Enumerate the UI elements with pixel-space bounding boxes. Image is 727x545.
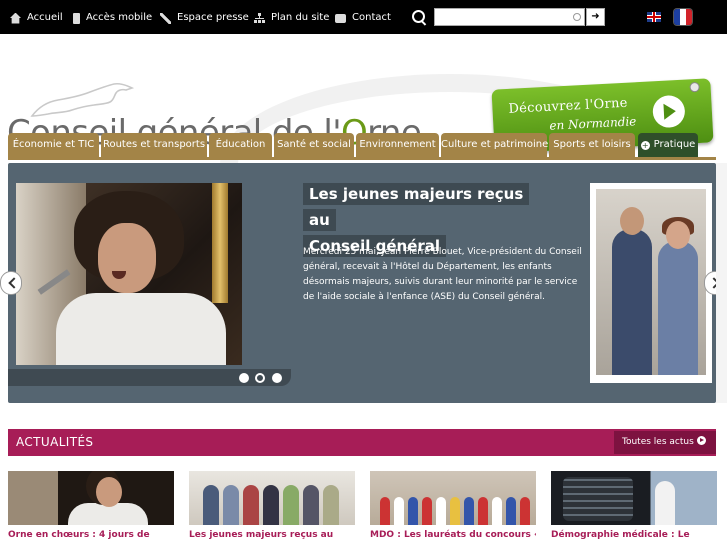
- photo-face: [98, 223, 156, 293]
- home-link-label: Accueil: [27, 12, 63, 23]
- news-caption: MDO : Les lauréats du concours «: [370, 530, 536, 540]
- press-link[interactable]: Espace presse: [160, 11, 249, 25]
- slide-main-photo[interactable]: [16, 183, 242, 365]
- slider-dot-3[interactable]: [272, 373, 282, 383]
- top-bar: Accueil Accès mobile Espace presse Plan …: [0, 0, 727, 34]
- thumb-head-2: [666, 221, 690, 249]
- thumb-shape: [492, 497, 502, 525]
- thumbnail-image: [596, 189, 706, 375]
- slide-thumbnail[interactable]: [590, 183, 712, 383]
- slider-dot-2[interactable]: [255, 373, 265, 383]
- tab-pratique-label: Pratique: [653, 139, 696, 150]
- photo-saxophone: [212, 183, 228, 303]
- mobile-access-label: Accès mobile: [86, 12, 153, 23]
- slider-pagination: [8, 369, 291, 386]
- pin-icon: [689, 81, 700, 93]
- news-item[interactable]: Les jeunes majeurs reçus au: [189, 471, 355, 541]
- news-caption: Orne en chœurs : 4 jours de: [8, 530, 150, 540]
- thumb-shape: [223, 485, 239, 525]
- mobile-access-link[interactable]: Accès mobile: [73, 11, 152, 25]
- thumb-person-1: [612, 229, 652, 375]
- nav-underline: [8, 157, 716, 160]
- plus-icon: +: [640, 141, 650, 150]
- en-flag-icon[interactable]: [647, 12, 661, 22]
- page-edge: [716, 163, 727, 403]
- tab-sports[interactable]: Sports et loisirs: [549, 133, 635, 157]
- press-link-label: Espace presse: [177, 12, 249, 23]
- home-link[interactable]: Accueil: [10, 11, 63, 25]
- news-section-title: ACTUALITÉS: [16, 435, 94, 449]
- slide-headline-line1: Les jeunes majeurs reçus au: [303, 183, 530, 231]
- search-submit-button[interactable]: ➜: [586, 8, 605, 26]
- fr-flag-icon[interactable]: [674, 9, 692, 25]
- thumb-shape: [408, 497, 418, 525]
- all-news-label: Toutes les actus: [622, 437, 694, 447]
- search-input[interactable]: [434, 8, 585, 26]
- thumb-shape: [506, 497, 516, 525]
- tab-routes[interactable]: Routes et transports: [101, 133, 207, 157]
- featured-slider: Les jeunes majeurs reçus au Conseil géné…: [0, 163, 726, 403]
- thumb-person-2: [658, 241, 698, 375]
- contact-link-label: Contact: [352, 12, 391, 23]
- news-item[interactable]: Démographie médicale : Le: [551, 471, 717, 541]
- promo-line1: Découvrez l'Orne: [508, 95, 629, 117]
- promo-line2: en Normandie: [549, 114, 637, 133]
- news-section-header: ACTUALITÉS Toutes les actus: [8, 429, 716, 456]
- news-thumbnail: [189, 471, 355, 525]
- thumb-head-1: [620, 207, 644, 235]
- thumb-shape: [323, 485, 339, 525]
- thumb-shape: [283, 485, 299, 525]
- thumb-shape: [303, 485, 319, 525]
- sitemap-link-label: Plan du site: [271, 12, 330, 23]
- slider-dot-1[interactable]: [239, 373, 249, 383]
- sitemap-link[interactable]: Plan du site: [254, 11, 329, 25]
- tab-pratique[interactable]: + Pratique: [638, 133, 698, 157]
- search-icon[interactable]: [412, 10, 428, 26]
- photo-shirt: [56, 293, 226, 365]
- contact-link[interactable]: Contact: [335, 11, 391, 25]
- thumb-shape: [563, 477, 633, 521]
- news-thumbnail: [8, 471, 174, 525]
- thumb-shape: [380, 497, 390, 525]
- home-icon: [10, 12, 21, 24]
- sitemap-icon: [254, 12, 265, 24]
- news-thumbnail: [370, 471, 536, 525]
- news-thumbnail: [551, 471, 717, 525]
- mail-icon: [335, 13, 346, 23]
- chevron-left-icon[interactable]: [0, 271, 22, 295]
- thumb-shape: [96, 477, 122, 507]
- slide-description: Mercredi 25 mai, Jean Pierre Blouet, Vic…: [303, 247, 582, 302]
- tab-economie[interactable]: Économie et TIC: [8, 133, 99, 157]
- thumb-shape: [243, 485, 259, 525]
- news-item[interactable]: Orne en chœurs : 4 jours de: [8, 471, 174, 541]
- thumb-shape: [394, 497, 404, 525]
- site-header: Conseil général de l'Orne Découvrez l'Or…: [0, 34, 727, 254]
- thumb-shape: [263, 485, 279, 525]
- thumb-shape: [203, 485, 219, 525]
- tab-environnement[interactable]: Environnement: [356, 133, 439, 157]
- thumb-shape: [464, 497, 474, 525]
- thumb-shape: [436, 497, 446, 525]
- arrow-right-icon: [652, 94, 686, 129]
- arrow-circle-icon: [696, 436, 706, 445]
- news-item[interactable]: MDO : Les lauréats du concours «: [370, 471, 536, 541]
- tab-education[interactable]: Éducation: [209, 133, 272, 157]
- all-news-button[interactable]: Toutes les actus: [614, 431, 716, 454]
- thumb-shape: [655, 481, 675, 525]
- thumb-shape: [478, 497, 488, 525]
- tab-sante[interactable]: Santé et social: [274, 133, 354, 157]
- thumb-shape: [422, 497, 432, 525]
- search-clear-icon[interactable]: [573, 13, 581, 21]
- tab-culture[interactable]: Culture et patrimoine: [441, 133, 548, 157]
- thumb-shape: [450, 497, 460, 525]
- thumb-shape: [520, 497, 530, 525]
- mobile-icon: [73, 12, 80, 24]
- news-caption: Démographie médicale : Le: [551, 530, 690, 540]
- news-caption: Les jeunes majeurs reçus au: [189, 530, 334, 540]
- pen-icon: [160, 12, 171, 24]
